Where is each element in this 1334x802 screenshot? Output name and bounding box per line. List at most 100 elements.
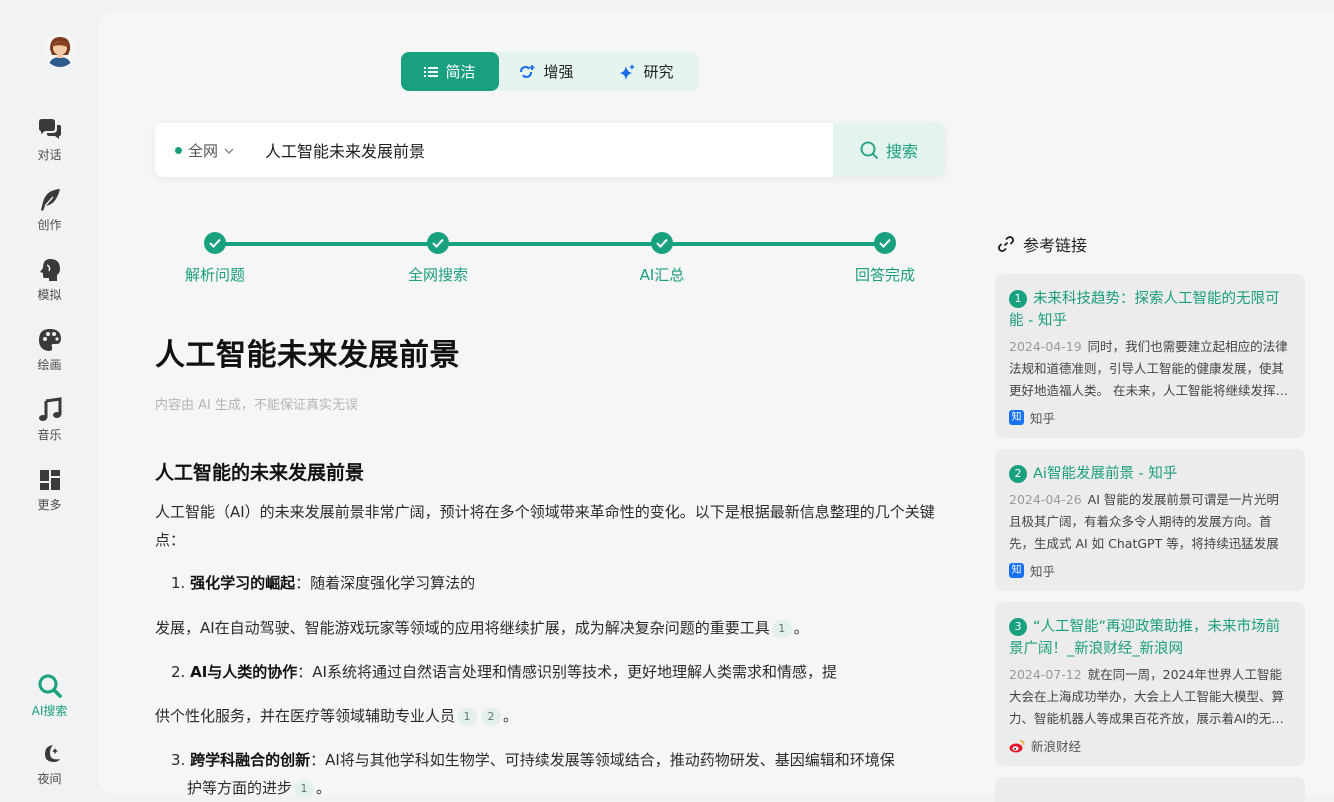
reference-card-2[interactable]: 2 Ai智能发展前景 - 知乎 2024-04-26 AI 智能的发展前景可谓是一片… (995, 449, 1305, 591)
chat-bubbles-icon (38, 119, 61, 139)
mode-enhanced-button[interactable]: 增强 (499, 52, 594, 91)
nav-music-label: 音乐 (37, 428, 62, 442)
citation-badge[interactable]: 1 (457, 707, 478, 726)
nav-create-label: 创作 (37, 218, 62, 232)
section-heading: 人工智能的未来发展前景 (155, 462, 365, 484)
search-button[interactable]: 搜索 (833, 123, 945, 177)
chevron-down-icon (224, 148, 234, 154)
references-heading-label: 参考链接 (1023, 236, 1088, 255)
mode-research-label: 研究 (643, 63, 674, 81)
point-text: 发展，AI在自动驾驶、智能游戏玩家等领域的应用将继续扩展，成为解决复杂问题的重要… (155, 619, 770, 637)
reference-snippet: 2024-04-26 AI 智能的发展前景可谓是一片光明且极其广阔，有着众多令人期… (1009, 489, 1291, 555)
nav-chat-label: 对话 (37, 148, 62, 162)
nav-ai-search[interactable]: AI搜索 (0, 672, 99, 732)
reference-snippet: 2024-07-12 就在同一周，2024年世界人工智能大会在上海成功举办，大会上… (1009, 664, 1291, 730)
feather-icon (40, 189, 60, 211)
nav-simulate-label: 模拟 (37, 288, 62, 302)
reference-date: 2024-04-26 (1009, 492, 1082, 507)
reference-snippet: 2024-04-19 同时，我们也需要建立起相应的法律法规和道德准则，引导人工智能… (1009, 336, 1291, 402)
reference-title-text: “人工智能”再迎政策助推，未来市场前景广阔！_新浪财经_新浪网 (1009, 619, 1281, 657)
music-note-icon (38, 397, 61, 421)
scope-status-dot (175, 147, 182, 154)
point-1-line-2: 发展，AI在自动驾驶、智能游戏玩家等领域的应用将继续扩展，成为解决复杂问题的重要… (155, 614, 945, 642)
nav-chat[interactable]: 对话 (0, 116, 99, 176)
zhihu-logo-icon: 知 (1009, 410, 1024, 425)
search-icon (38, 674, 62, 698)
main-panel: 简洁 增强 研究 全网 人工智能未来发展前景 搜索 解析问题 全网搜索 AI汇总… (99, 12, 1334, 802)
reference-card-1[interactable]: 1 未来科技趋势：探索人工智能的无限可能 - 知乎 2024-04-19 同时，我们… (995, 274, 1305, 438)
period: 。 (503, 707, 519, 725)
weibo-icon (1009, 739, 1025, 752)
progress-line (215, 242, 885, 246)
reference-number: 3 (1009, 618, 1027, 636)
search-input[interactable] (265, 133, 825, 167)
reference-title-text: Ai智能发展前景 - 知乎 (1033, 466, 1178, 482)
progress-steps: 解析问题 全网搜索 AI汇总 回答完成 (159, 230, 939, 290)
grid-icon (39, 470, 60, 490)
step-web-search: 全网搜索 (378, 230, 498, 285)
citation-badge[interactable]: 1 (771, 619, 792, 638)
mode-research-button[interactable]: 研究 (594, 52, 699, 91)
reference-source: 知 知乎 (1009, 408, 1291, 427)
nav-music[interactable]: 音乐 (0, 396, 99, 456)
point-title: 强化学习的崛起 (190, 574, 296, 592)
nav-simulate[interactable]: 模拟 (0, 256, 99, 316)
list-icon (424, 66, 439, 77)
mode-simple-label: 简洁 (445, 63, 476, 81)
reference-source: 知 知乎 (1009, 561, 1291, 580)
step-parse: 解析问题 (155, 230, 275, 285)
point-title: AI与人类的协作 (190, 663, 298, 681)
intro-paragraph: 人工智能（AI）的未来发展前景非常广阔，预计将在多个领域带来革命性的变化。以下是… (155, 503, 935, 549)
link-icon (997, 236, 1015, 252)
search-bar: 全网 搜索 (155, 123, 945, 177)
answer-title: 人工智能未来发展前景 (155, 338, 460, 373)
zhihu-logo-icon: 知 (1009, 563, 1024, 578)
nav-create[interactable]: 创作 (0, 186, 99, 246)
step-ai-summary: AI汇总 (602, 230, 722, 285)
reference-number: 2 (1009, 465, 1027, 483)
check-icon (874, 232, 896, 254)
search-scope-dropdown[interactable]: 全网 (175, 140, 234, 161)
point-text: ：AI系统将通过自然语言处理和情感识别等技术，更好地理解人类需求和情感，提 (297, 663, 837, 681)
sidebar: 对话 创作 模拟 绘画 音乐 更多 AI搜索 夜间 (0, 0, 99, 802)
reference-title[interactable]: 1 未来科技趋势：探索人工智能的无限可能 - 知乎 (1009, 288, 1291, 332)
mode-switch: 简洁 增强 研究 (401, 52, 699, 91)
nav-night-mode[interactable]: 夜间 (0, 740, 99, 800)
nav-draw[interactable]: 绘画 (0, 326, 99, 386)
point-number: 1. (171, 574, 186, 592)
point-number: 2. (171, 663, 186, 681)
period: 。 (793, 619, 809, 637)
step-label: 全网搜索 (407, 266, 468, 284)
user-avatar[interactable] (44, 33, 76, 67)
check-icon (204, 232, 226, 254)
step-label: AI汇总 (639, 266, 685, 284)
point-text: 供个性化服务，并在医疗等领域辅助专业人员 (155, 707, 456, 725)
citation-badge[interactable]: 1 (294, 779, 315, 798)
reference-date: 2024-04-19 (1009, 339, 1082, 354)
enhance-icon (520, 64, 535, 78)
point-title: 跨学科融合的创新 (190, 751, 311, 769)
reference-source-label: 知乎 (1030, 411, 1056, 426)
citation-badge[interactable]: 2 (481, 707, 502, 726)
reference-card-3[interactable]: 3 “人工智能”再迎政策助推，未来市场前景广阔！_新浪财经_新浪网 2024-07… (995, 602, 1305, 766)
nav-draw-label: 绘画 (37, 358, 62, 372)
step-complete: 回答完成 (825, 230, 945, 285)
reference-source-label: 知乎 (1030, 564, 1056, 579)
check-icon (651, 232, 673, 254)
moon-icon (44, 745, 60, 762)
search-icon (860, 141, 878, 159)
sparkle-icon (620, 63, 636, 80)
point-text: ：随着深度强化学习算法的 (295, 574, 476, 592)
nav-more[interactable]: 更多 (0, 466, 99, 526)
mode-simple-button[interactable]: 简洁 (401, 52, 499, 91)
step-label: 解析问题 (184, 266, 245, 284)
ai-disclaimer: 内容由 AI 生成，不能保证真实无误 (155, 398, 358, 413)
reference-title[interactable]: 3 “人工智能”再迎政策助推，未来市场前景广阔！_新浪财经_新浪网 (1009, 616, 1291, 660)
reference-title[interactable]: 2 Ai智能发展前景 - 知乎 (1009, 463, 1291, 485)
palette-icon (38, 329, 61, 351)
step-label: 回答完成 (854, 266, 915, 284)
references-heading: 参考链接 (997, 232, 1087, 256)
reference-card-4[interactable] (995, 777, 1305, 802)
nav-ai-search-label: AI搜索 (31, 704, 68, 718)
point-2-line-1: 2. AI与人类的协作：AI系统将通过自然语言处理和情感识别等技术，更好地理解人… (155, 658, 945, 686)
